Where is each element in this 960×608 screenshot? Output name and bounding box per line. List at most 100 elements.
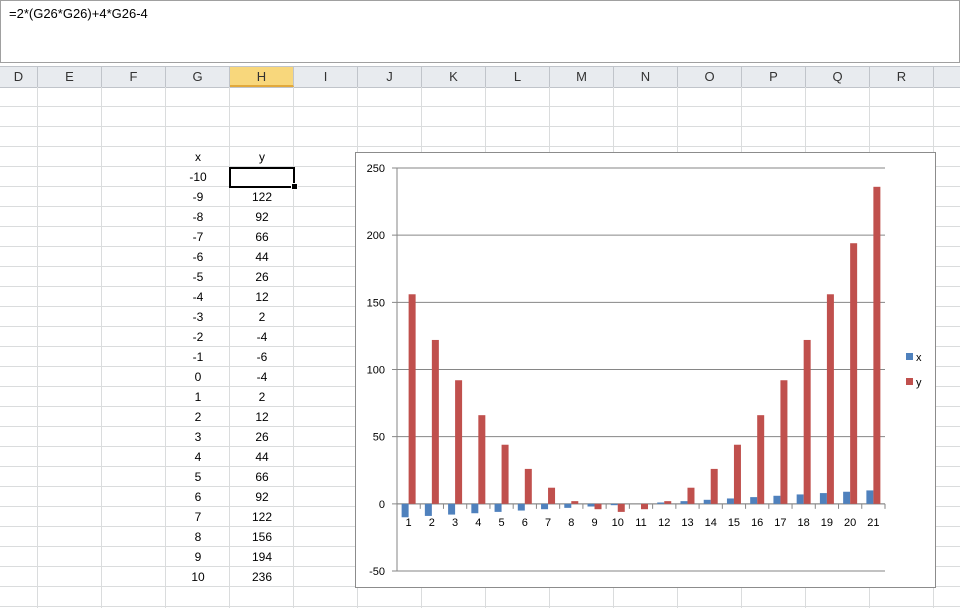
y-tick-label: 50	[373, 432, 385, 444]
cell-y[interactable]: 12	[230, 407, 294, 427]
column-header-P[interactable]: P	[742, 67, 806, 87]
cell-y[interactable]: 2	[230, 307, 294, 327]
cell-x[interactable]: -3	[166, 307, 230, 327]
column-header-F[interactable]: F	[102, 67, 166, 87]
x-tick-label: 19	[821, 517, 833, 529]
bar-y	[501, 444, 509, 504]
bar-x	[471, 503, 479, 514]
cell-x[interactable]: -2	[166, 327, 230, 347]
gridline-h	[0, 106, 960, 107]
cell-y[interactable]: 26	[230, 267, 294, 287]
x-tick-label: 14	[705, 517, 717, 529]
bar-y	[757, 415, 765, 504]
x-tick-label: 20	[844, 517, 856, 529]
bar-y	[524, 468, 532, 504]
bar-y	[664, 501, 672, 504]
cell-x[interactable]: 10	[166, 567, 230, 587]
bar-y	[710, 468, 718, 504]
gridline-h	[0, 606, 960, 607]
cell-y[interactable]: 236	[230, 567, 294, 587]
cell-x[interactable]: 5	[166, 467, 230, 487]
x-tick-label: 18	[798, 517, 810, 529]
bar-chart[interactable]: 250 200 150 100 50 0 -50 1 2 3 4 5 6 7 8 9 10 11 12 13 14 15 1…	[355, 152, 936, 588]
cell-x[interactable]: 1	[166, 387, 230, 407]
header-y[interactable]: y	[230, 147, 294, 167]
bar-x	[448, 503, 456, 515]
cell-y[interactable]: 122	[230, 187, 294, 207]
cell-x[interactable]: -4	[166, 287, 230, 307]
cell-x[interactable]: -8	[166, 207, 230, 227]
cell-x[interactable]: -9	[166, 187, 230, 207]
cell-x[interactable]: 6	[166, 487, 230, 507]
column-header-G[interactable]: G	[166, 67, 230, 87]
cell-x[interactable]: 9	[166, 547, 230, 567]
column-header-Q[interactable]: Q	[806, 67, 870, 87]
formula-bar[interactable]: =2*(G26*G26)+4*G26-4	[0, 0, 960, 63]
cell-x[interactable]: 3	[166, 427, 230, 447]
cell-y[interactable]: 12	[230, 287, 294, 307]
cell-y[interactable]: 122	[230, 507, 294, 527]
bar-y	[408, 294, 416, 504]
cell-y[interactable]: -4	[230, 327, 294, 347]
x-tick-label: 13	[681, 517, 693, 529]
cell-y[interactable]: 92	[230, 487, 294, 507]
cell-x[interactable]: 2	[166, 407, 230, 427]
cell-y[interactable]: -4	[230, 367, 294, 387]
bar-y	[431, 339, 439, 504]
bar-x	[819, 493, 827, 504]
column-header-L[interactable]: L	[486, 67, 550, 87]
x-tick-label: 6	[522, 517, 528, 529]
column-header-K[interactable]: K	[422, 67, 486, 87]
bar-y	[687, 487, 695, 504]
column-header-E[interactable]: E	[38, 67, 102, 87]
cell-y[interactable]: -6	[230, 347, 294, 367]
cell-x[interactable]: 0	[166, 367, 230, 387]
x-tick-label: 21	[867, 517, 879, 529]
cell-y[interactable]: 44	[230, 447, 294, 467]
cell-x[interactable]: -7	[166, 227, 230, 247]
bar-x	[657, 502, 665, 504]
cell-x[interactable]: -10	[166, 167, 230, 187]
cell-y[interactable]: 44	[230, 247, 294, 267]
column-header-H[interactable]: H	[230, 67, 294, 87]
cell-x[interactable]: 4	[166, 447, 230, 467]
cell-y[interactable]: 26	[230, 427, 294, 447]
cell-y[interactable]: 66	[230, 467, 294, 487]
x-tick-label: 8	[568, 517, 574, 529]
bar-x	[494, 503, 502, 512]
bar-y	[850, 243, 858, 504]
cell-x[interactable]: -6	[166, 247, 230, 267]
column-header-blank[interactable]	[934, 67, 960, 87]
column-header-J[interactable]: J	[358, 67, 422, 87]
cell-y[interactable]: 2	[230, 387, 294, 407]
column-header-N[interactable]: N	[614, 67, 678, 87]
y-tick-label: 0	[379, 499, 385, 511]
column-header-D[interactable]: D	[0, 67, 38, 87]
column-header-M[interactable]: M	[550, 67, 614, 87]
column-header-O[interactable]: O	[678, 67, 742, 87]
cell-x[interactable]: -1	[166, 347, 230, 367]
x-tick-label: 3	[452, 517, 458, 529]
column-header-R[interactable]: R	[870, 67, 934, 87]
active-cell[interactable]	[229, 167, 295, 188]
cell-y[interactable]: 194	[230, 547, 294, 567]
cell-x[interactable]: -5	[166, 267, 230, 287]
bar-x	[843, 491, 851, 504]
x-tick-label: 10	[612, 517, 624, 529]
gridline-h	[0, 146, 960, 147]
cell-y[interactable]: 66	[230, 227, 294, 247]
cell-y[interactable]: 156	[230, 527, 294, 547]
x-tick-label: 7	[545, 517, 551, 529]
cell-x[interactable]: 8	[166, 527, 230, 547]
header-x[interactable]: x	[166, 147, 230, 167]
bar-y	[826, 294, 834, 504]
fill-handle[interactable]	[291, 183, 298, 190]
cell-y[interactable]: 92	[230, 207, 294, 227]
bar-x	[796, 494, 804, 504]
x-tick-label: 1	[406, 517, 412, 529]
column-header-I[interactable]: I	[294, 67, 358, 87]
cell-x[interactable]: 7	[166, 507, 230, 527]
bar-y	[641, 503, 648, 510]
formula-text: =2*(G26*G26)+4*G26-4	[9, 6, 148, 21]
bar-y	[617, 503, 625, 512]
